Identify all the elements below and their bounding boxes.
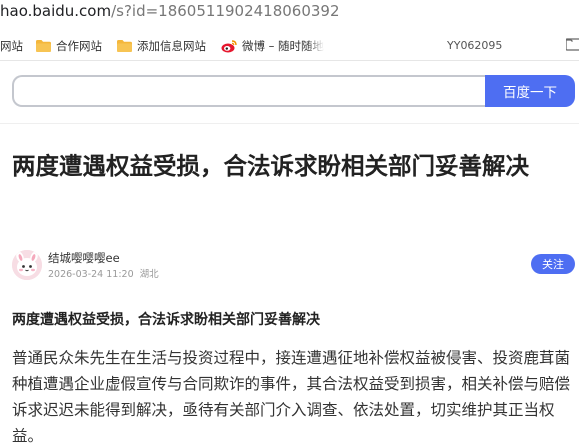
author-row: 结城嘤嘤嘤ee 2026-03-24 11:20 湖北 关注 — [12, 250, 575, 284]
folder-icon[interactable] — [565, 36, 579, 52]
article-body: 普通民众朱先生在生活与投资过程中，接连遭遇征地补偿权益被侵害、投资鹿茸菌种植遭遇… — [12, 349, 571, 443]
folder-icon — [36, 40, 51, 52]
bookmarks-bar: 网站 合作网站 添加信息网站 微博 – 随时随地 YY062095 — [0, 31, 579, 61]
browser-window: hao.baidu.com/s?id=1860511902418060392 网… — [0, 0, 579, 443]
url-path: /s?id=1860511902418060392 — [111, 2, 340, 20]
weibo-icon — [221, 39, 237, 53]
author-meta: 2026-03-24 11:20 湖北 — [48, 266, 165, 280]
search-bar: 百度一下 — [0, 62, 579, 124]
url-host: hao.baidu.com — [0, 2, 112, 20]
address-bar[interactable]: hao.baidu.com/s?id=1860511902418060392 — [0, 0, 579, 30]
url-text[interactable]: hao.baidu.com/s?id=1860511902418060392 — [0, 2, 340, 20]
publish-date: 2026-03-24 11:20 — [48, 269, 134, 280]
search-button[interactable]: 百度一下 — [485, 75, 575, 107]
search-input[interactable] — [12, 75, 486, 107]
follow-button[interactable]: 关注 — [531, 254, 575, 274]
bookmark-weibo[interactable]: 微博 – 随时随地 — [221, 38, 329, 54]
bookmark-partner-sites[interactable]: 合作网站 — [36, 38, 102, 54]
publish-location: 湖北 — [139, 269, 159, 280]
article-title: 两度遭遇权益受损，合法诉求盼相关部门妥善解决 — [12, 152, 529, 180]
bookmark-sites[interactable]: 网站 — [0, 38, 23, 54]
bookmark-label: 微博 – 随时随地 — [242, 39, 325, 53]
bookmark-label: 合作网站 — [56, 39, 102, 53]
author-name[interactable]: 结城嘤嘤嘤ee — [48, 250, 120, 266]
folder-icon — [117, 40, 132, 52]
bookmark-add-info-sites[interactable]: 添加信息网站 — [117, 38, 206, 54]
bookmark-user[interactable]: YY062095 — [447, 39, 502, 52]
article-subtitle: 两度遭遇权益受损，合法诉求盼相关部门妥善解决 — [12, 312, 320, 328]
bookmark-label: 添加信息网站 — [137, 39, 206, 53]
avatar[interactable] — [12, 250, 42, 280]
bookmark-label: 网站 — [0, 39, 23, 53]
